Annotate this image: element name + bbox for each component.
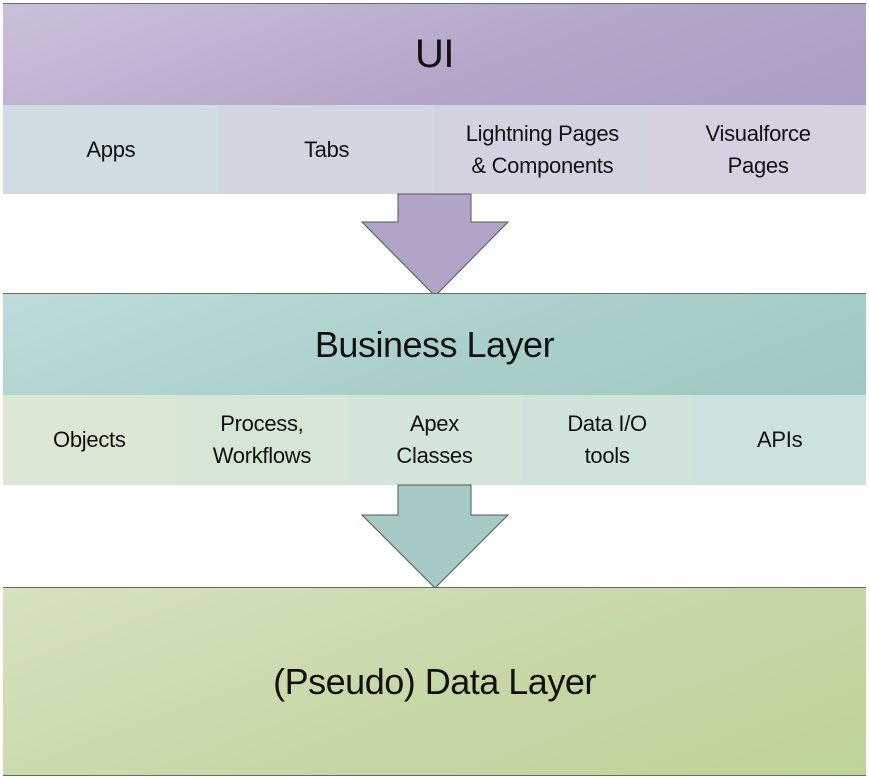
data-layer: (Pseudo) Data Layer [3, 587, 866, 776]
ui-layer-title: UI [415, 32, 455, 76]
component-lightning-pages: Lightning Pages & Components [434, 105, 651, 194]
component-objects: Objects [3, 395, 176, 485]
arrow-business-to-data [360, 484, 510, 589]
arrow-down-icon [360, 193, 510, 297]
business-layer: Business Layer [3, 293, 866, 395]
business-layer-title: Business Layer [314, 323, 555, 365]
arrow-down-icon [360, 484, 510, 589]
business-components-row: Objects Process, Workflows Apex Classes … [3, 395, 866, 485]
component-apps: Apps [3, 105, 219, 194]
component-apex-classes: Apex Classes [348, 395, 521, 485]
component-process-workflows: Process, Workflows [175, 395, 349, 485]
component-data-io-tools: Data I/O tools [520, 395, 694, 485]
data-layer-title: (Pseudo) Data Layer [273, 660, 596, 702]
ui-components-row: Apps Tabs Lightning Pages & Components V… [3, 105, 866, 194]
component-tabs: Tabs [218, 105, 435, 194]
ui-layer: UI [3, 3, 866, 105]
arrow-ui-to-business [360, 193, 510, 297]
component-apis: APIs [693, 395, 866, 485]
component-visualforce-pages: Visualforce Pages [650, 105, 866, 194]
